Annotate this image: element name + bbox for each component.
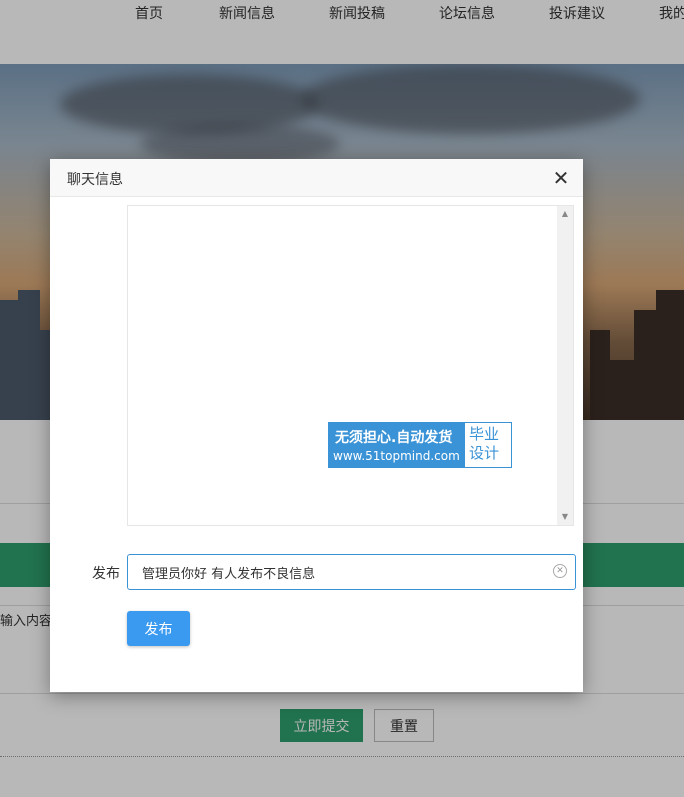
triangle-up-icon[interactable]: ▲ xyxy=(557,206,573,222)
triangle-down-icon[interactable]: ▼ xyxy=(557,509,573,525)
watermark-tag-1: 毕业 xyxy=(469,425,500,443)
scrollbar[interactable]: ▲ ▼ xyxy=(557,206,573,525)
chat-message-area[interactable]: ▲ ▼ 无须担心.自动发货 www.51topmind.com 毕业 设计 xyxy=(127,205,574,526)
watermark-logo: 无须担心.自动发货 www.51topmind.com 毕业 设计 xyxy=(328,422,512,468)
dialog-title: 聊天信息 xyxy=(67,172,123,188)
dialog-header: 聊天信息 ✕ xyxy=(50,159,583,197)
publish-button[interactable]: 发布 xyxy=(127,611,190,646)
clear-circle-icon[interactable]: ✕ xyxy=(553,564,567,578)
watermark-slogan: 无须担心.自动发货 xyxy=(335,430,453,446)
chat-dialog: 聊天信息 ✕ ▲ ▼ 无须担心.自动发货 www.51topmind.com 毕… xyxy=(50,159,583,692)
message-input[interactable] xyxy=(127,554,576,590)
close-icon[interactable]: ✕ xyxy=(551,168,571,188)
watermark-url: www.51topmind.com xyxy=(333,449,460,463)
publish-field-label: 发布 xyxy=(92,566,120,582)
watermark-tag-2: 设计 xyxy=(469,444,500,462)
